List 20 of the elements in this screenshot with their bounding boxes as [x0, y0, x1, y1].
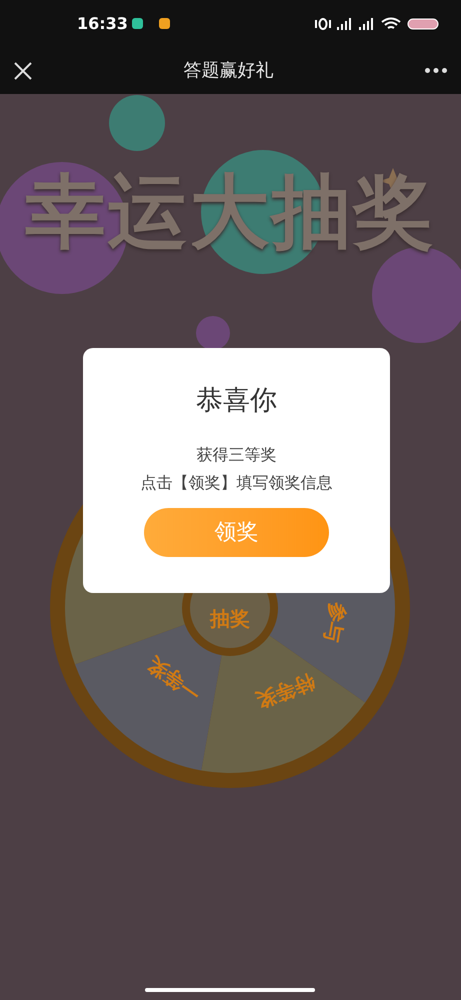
claim-button[interactable]: 领奖: [144, 508, 329, 556]
more-icon: [425, 68, 447, 73]
prize-label: 一等奖: [142, 652, 206, 706]
dialog-message: 获得三等奖: [196, 444, 276, 466]
dialog-message: 点击【领奖】填写领奖信息: [140, 472, 332, 494]
dialog-title: 恭喜你: [196, 384, 277, 418]
close-button[interactable]: [12, 60, 34, 82]
close-icon: [14, 62, 32, 80]
draw-label: 抽奖: [210, 606, 250, 630]
page-title: 答题赢好礼: [184, 59, 274, 83]
wifi-icon: [381, 16, 401, 30]
signal-icon: [337, 18, 353, 30]
prize-label: 参与: [320, 600, 351, 644]
battery-icon: [407, 18, 439, 30]
prize-label: 特等奖: [253, 670, 318, 713]
signal-icon: [359, 18, 375, 30]
chat-app-icon: [132, 18, 143, 29]
notification-app-icon: [158, 18, 170, 29]
status-time: 16:33: [77, 12, 128, 34]
vibrate-icon: [315, 18, 331, 30]
